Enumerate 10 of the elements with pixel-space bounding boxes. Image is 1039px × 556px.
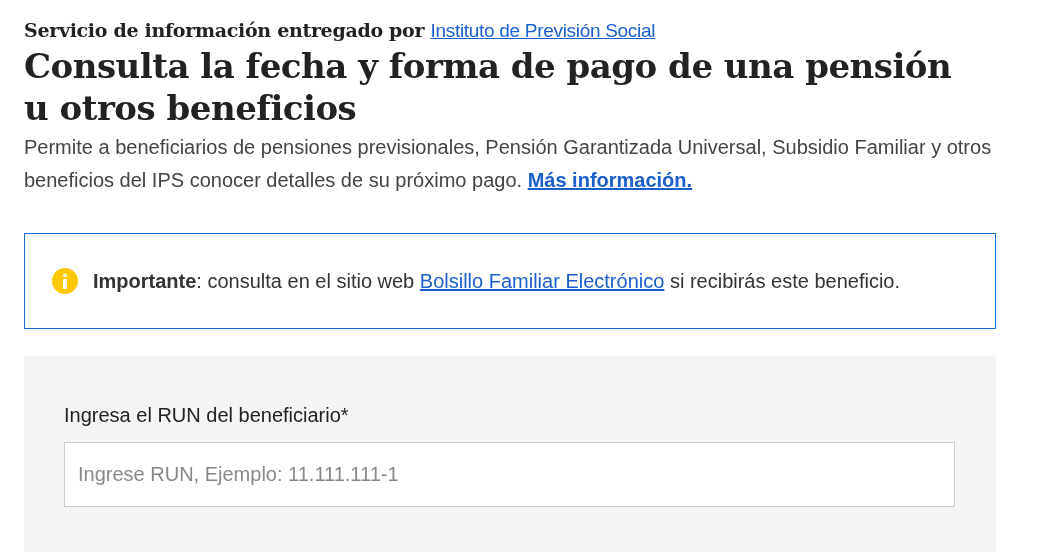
description-text: Permite a beneficiarios de pensiones previsionales, Pensión Garantizada Universal, Subsidio Familiar y otros beneficios del IPS conocer detalles de su próximo pago. Más información. — [24, 135, 993, 193]
field-label: Ingresa el RUN del beneficiario* — [64, 403, 350, 428]
run-input-field[interactable]: Ingrese RUN, Ejemplo: 11.111.111-1 — [64, 442, 955, 507]
info-icon — [51, 267, 79, 295]
bolsillo-link[interactable]: Bolsillo Familiar Electrónico — [419, 270, 665, 292]
page-title: Consulta la fecha y forma de pago de una pensión u otros beneficios — [24, 45, 953, 129]
more-info-link[interactable]: Más información. — [527, 169, 693, 191]
notice-text: Importante: consulta en el sitio web Bolsillo Familiar Electrónico si recibirás este beneficio. — [93, 269, 900, 294]
provider-link[interactable]: Instituto de Previsión Social — [430, 20, 656, 41]
provider-line: Servicio de información entregado por Instituto de Previsión Social — [24, 18, 657, 43]
